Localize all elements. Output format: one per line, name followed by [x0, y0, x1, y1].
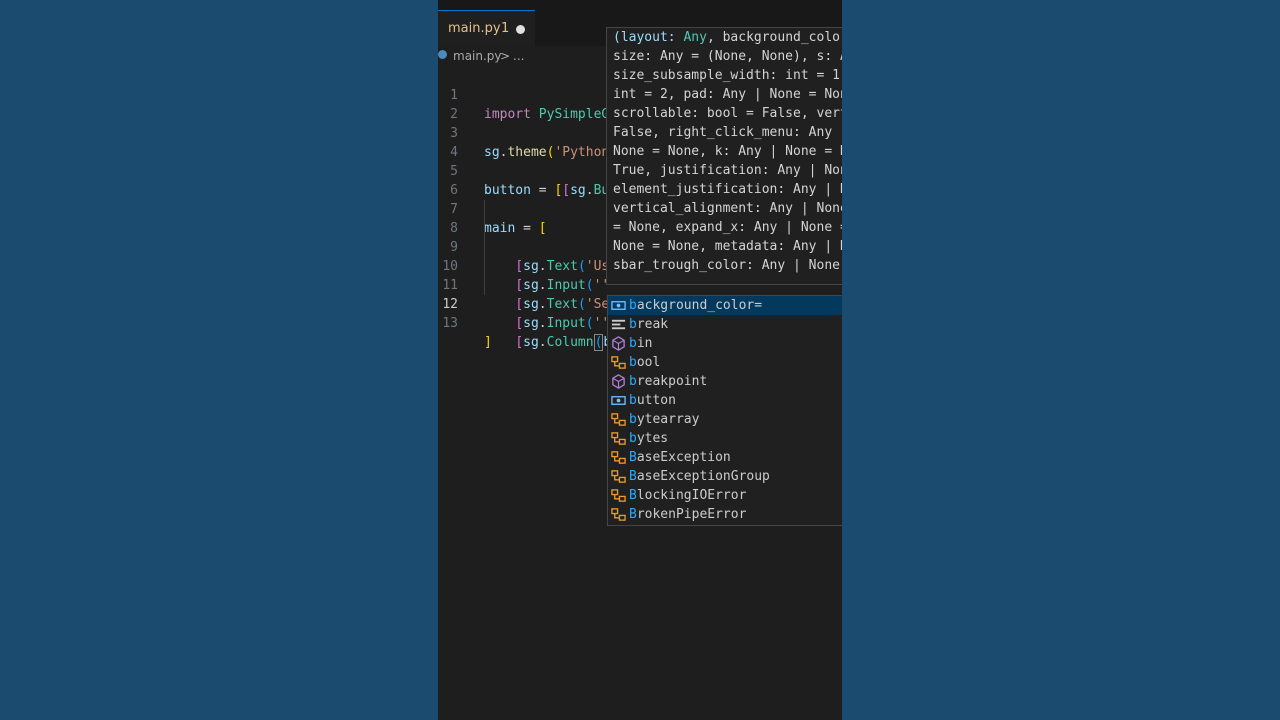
signature-line: None = None, metadata: Any | N: [613, 239, 842, 254]
suggestion-label: BrokenPipeError: [629, 507, 747, 522]
suggestion-label: bool: [629, 355, 661, 370]
class-icon: [611, 489, 626, 502]
signature-help-popup: (layout: Any, background_color size: Any…: [606, 27, 842, 285]
suggestion-item[interactable]: BlockingIOError: [608, 486, 842, 505]
signature-line: vertical_alignment: Any | None: [613, 201, 842, 216]
suggestion-item[interactable]: background_color=: [608, 296, 842, 315]
tab-main-py[interactable]: main.py 1: [438, 10, 535, 46]
signature-line: = None, expand_x: Any | None =: [613, 220, 842, 235]
suggestion-label: bin: [629, 336, 653, 351]
code-text: [sg.Input('': [515, 316, 610, 331]
right-background: [842, 0, 1280, 720]
suggestion-item[interactable]: bool: [608, 353, 842, 372]
suggestion-label: bytearray: [629, 412, 700, 427]
line-number: 13: [442, 316, 458, 331]
tab-problem-count: 1: [501, 21, 510, 36]
suggestion-label: button: [629, 393, 676, 408]
autocomplete-popup[interactable]: background_color= break bin bool breakpo…: [607, 295, 842, 526]
signature-line: sbar_trough_color: Any | None: [613, 258, 840, 273]
indent-guide: [484, 257, 485, 276]
signature-line: element_justification: Any | N: [613, 182, 842, 197]
signature-line: size: Any = (None, None), s: A: [613, 49, 842, 64]
variable-icon: [611, 301, 626, 310]
class-icon: [611, 508, 626, 521]
class-icon: [611, 413, 626, 426]
function-icon: [612, 374, 625, 389]
unsaved-dot-icon[interactable]: [516, 25, 525, 34]
suggestion-label: bytes: [629, 431, 669, 446]
class-icon: [611, 451, 626, 464]
code-text: ]: [484, 335, 492, 350]
tab-filename: main.py: [448, 21, 501, 36]
breadcrumb-more[interactable]: ...: [513, 49, 524, 63]
suggestion-label: background_color=: [629, 298, 763, 313]
suggestion-item[interactable]: button: [608, 391, 842, 410]
class-icon: [611, 470, 626, 483]
breadcrumb-file[interactable]: main.py: [453, 49, 502, 63]
suggestion-item[interactable]: BrokenPipeError: [608, 505, 842, 524]
suggestion-label: BaseExceptionGroup: [629, 469, 770, 484]
keyword-icon: [611, 319, 626, 330]
variable-icon: [611, 396, 626, 405]
signature-line: int = 2, pad: Any | None = Non: [613, 87, 842, 102]
indent-guide: [484, 276, 485, 295]
indent-guide: [484, 219, 485, 238]
signature-line: True, justification: Any | Non: [613, 163, 842, 178]
title-strip: [438, 0, 842, 10]
python-file-icon: [438, 50, 447, 59]
function-icon: [612, 336, 625, 351]
suggestion-item[interactable]: BaseException: [608, 448, 842, 467]
suggestion-label: break: [629, 317, 669, 332]
suggestion-item[interactable]: bytearray: [608, 410, 842, 429]
suggestion-label: BlockingIOError: [629, 488, 747, 503]
signature-line: scrollable: bool = False, vert: [613, 106, 842, 121]
signature-line: False, right_click_menu: Any |: [613, 125, 842, 140]
suggestion-item[interactable]: bin: [608, 334, 842, 353]
left-background: [0, 0, 438, 720]
suggestion-item[interactable]: break: [608, 315, 842, 334]
signature-line: size_subsample_width: int = 1,: [613, 68, 842, 83]
signature-line: None = None, k: Any | None = N: [613, 144, 842, 159]
suggestion-label: BaseException: [629, 450, 731, 465]
suggestion-item[interactable]: bytes: [608, 429, 842, 448]
class-icon: [611, 432, 626, 445]
suggestion-item[interactable]: breakpoint: [608, 372, 842, 391]
indent-guide: [484, 200, 485, 219]
breadcrumb-separator: >: [500, 49, 511, 63]
signature-line: (layout: Any, background_color: [613, 30, 842, 45]
class-icon: [611, 356, 626, 369]
suggestion-item[interactable]: BaseExceptionGroup: [608, 467, 842, 486]
indent-guide: [484, 238, 485, 257]
code-editor[interactable]: main.py 1 main.py > ... 1 import PySimpl…: [438, 0, 842, 720]
suggestion-label: breakpoint: [629, 374, 708, 389]
